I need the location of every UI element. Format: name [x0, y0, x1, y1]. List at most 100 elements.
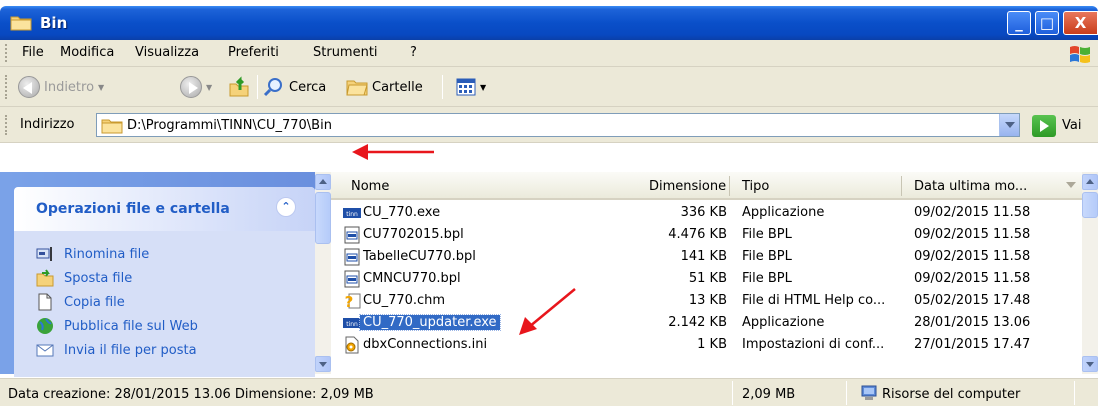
back-arrow-icon [18, 76, 40, 98]
column-name[interactable]: Nome [351, 179, 389, 194]
title-bar[interactable]: Bin _ □ X [0, 6, 1098, 40]
column-size[interactable]: Dimensione [649, 179, 726, 194]
scroll-down-button[interactable] [315, 356, 331, 372]
file-type: Applicazione [742, 315, 825, 330]
windows-logo-icon [1070, 46, 1090, 63]
table-row[interactable]: CU7702015.bpl 4.476 KB File BPL 09/02/2015 … [331, 224, 1082, 246]
back-button[interactable]: Indietro ▼ [18, 75, 104, 99]
file-name: CU_770.chm [363, 293, 446, 308]
annotation-arrow-icon [352, 144, 434, 160]
file-size: 13 KB [688, 293, 727, 308]
file-name: CU_770_updater.exe [359, 314, 501, 331]
chm-help-icon: ? [343, 292, 361, 311]
task-send-mail[interactable]: Invia il file per posta [36, 340, 197, 360]
file-folder-tasks-panel: Operazioni file e cartella ⌃ Rinomina fi… [14, 187, 315, 377]
task-pane-scrollbar[interactable] [315, 172, 331, 374]
folders-icon [346, 80, 368, 96]
annotation-arrow-icon [519, 288, 576, 335]
bpl-file-icon [343, 226, 361, 244]
address-dropdown-button[interactable] [999, 114, 1019, 136]
scroll-down-button[interactable] [1082, 356, 1098, 372]
toolbar-separator [257, 75, 258, 99]
file-name: TabelleCU770.bpl [363, 249, 476, 264]
scroll-thumb[interactable] [315, 192, 331, 244]
scroll-up-button[interactable] [315, 174, 331, 190]
go-arrow-icon[interactable] [1032, 115, 1056, 137]
menu-visualizza[interactable]: Visualizza [135, 45, 199, 60]
svg-text:tinn: tinn [346, 211, 358, 218]
svg-text:?: ? [345, 293, 354, 310]
task-move-file[interactable]: Sposta file [36, 268, 132, 288]
chevron-down-icon[interactable]: ▼ [98, 83, 104, 92]
file-date-modified: 09/02/2015 11.58 [914, 205, 1031, 220]
table-row[interactable]: tinn CU_770_updater.exe 2.142 KB Applicazio… [331, 312, 1082, 334]
window-title: Bin [40, 14, 68, 32]
file-size: 141 KB [680, 249, 727, 264]
menu-modifica[interactable]: Modifica [60, 45, 114, 60]
file-type: File di HTML Help co... [742, 293, 886, 308]
table-row[interactable]: tinn CU_770.exe 336 KB Applicazione 09/02/20… [331, 202, 1082, 224]
menu-file[interactable]: File [22, 45, 44, 60]
scroll-up-button[interactable] [1082, 174, 1098, 190]
task-rename-file[interactable]: Rinomina file [36, 244, 149, 264]
mail-icon [36, 344, 54, 357]
file-size: 1 KB [697, 337, 727, 352]
forward-arrow-icon [180, 76, 202, 98]
task-publish-web[interactable]: Pubblica file sul Web [36, 316, 198, 336]
address-bar: Indirizzo D:\Programmi\TINN\CU_770\Bin V… [0, 107, 1098, 143]
file-type: File BPL [742, 227, 792, 242]
task-panel-title: Operazioni file e cartella [36, 201, 230, 217]
file-size: 51 KB [688, 271, 727, 286]
folders-button[interactable]: Cartelle [346, 75, 423, 99]
computer-icon [861, 385, 877, 400]
file-name: dbxConnections.ini [363, 337, 488, 352]
file-name: CMNCU770.bpl [363, 271, 461, 286]
maximize-button[interactable]: □ [1035, 11, 1059, 35]
status-details: Data creazione: 28/01/2015 13.06 Dimensi… [8, 387, 374, 402]
task-panel-header[interactable]: Operazioni file e cartella ⌃ [14, 187, 315, 231]
publish-web-icon [37, 318, 53, 334]
menu-grip[interactable] [5, 44, 8, 62]
column-type[interactable]: Tipo [742, 179, 769, 194]
up-folder-button[interactable] [228, 75, 250, 99]
file-date-modified: 28/01/2015 13.06 [914, 315, 1031, 330]
column-header: Nome Dimensione Tipo Data ultima mo... [331, 172, 1082, 200]
task-copy-file[interactable]: Copia file [36, 292, 125, 312]
scroll-thumb[interactable] [1082, 192, 1098, 218]
collapse-chevron-icon[interactable]: ⌃ [276, 197, 296, 217]
menu-help[interactable]: ? [410, 45, 417, 60]
file-date-modified: 09/02/2015 11.58 [914, 249, 1031, 264]
toolbar-separator [442, 75, 443, 99]
address-grip[interactable] [5, 115, 8, 135]
svg-text:tinn: tinn [346, 321, 358, 328]
status-location: Risorse del computer [882, 387, 1021, 402]
search-icon [263, 78, 282, 97]
file-name: CU_770.exe [363, 205, 441, 220]
menu-preferiti[interactable]: Preferiti [228, 45, 279, 60]
table-row[interactable]: ? CU_770.chm 13 KB File di HTML Help co... 0… [331, 290, 1082, 312]
column-date-modified[interactable]: Data ultima mo... [914, 179, 1027, 194]
status-bar: Data creazione: 28/01/2015 13.06 Dimensi… [0, 378, 1098, 406]
views-button[interactable]: ▼ [456, 75, 486, 99]
file-list[interactable]: Nome Dimensione Tipo Data ultima mo... t… [331, 172, 1082, 374]
toolbar-grip[interactable] [5, 75, 8, 99]
sort-indicator-icon [1066, 182, 1076, 188]
table-row[interactable]: CMNCU770.bpl 51 KB File BPL 09/02/2015 11.5… [331, 268, 1082, 290]
close-button[interactable]: X [1063, 11, 1098, 35]
address-input[interactable]: D:\Programmi\TINN\CU_770\Bin [96, 113, 1020, 137]
address-label: Indirizzo [20, 117, 75, 132]
file-list-scrollbar[interactable] [1082, 172, 1098, 374]
minimize-button[interactable]: _ [1007, 11, 1031, 35]
forward-button[interactable]: ▼ [180, 75, 212, 99]
menu-strumenti[interactable]: Strumenti [313, 45, 378, 60]
chevron-down-icon[interactable]: ▼ [206, 83, 212, 92]
folder-icon [10, 16, 32, 31]
chevron-down-icon[interactable]: ▼ [480, 83, 486, 92]
table-row[interactable]: dbxConnections.ini 1 KB Impostazioni di co… [331, 334, 1082, 356]
bpl-file-icon [343, 270, 361, 288]
go-button-label[interactable]: Vai [1062, 118, 1081, 133]
search-button[interactable]: Cerca [263, 75, 326, 99]
tinn-exe-icon: tinn [343, 314, 361, 332]
address-path: D:\Programmi\TINN\CU_770\Bin [127, 118, 332, 133]
table-row[interactable]: TabelleCU770.bpl 141 KB File BPL 09/02/2015… [331, 246, 1082, 268]
